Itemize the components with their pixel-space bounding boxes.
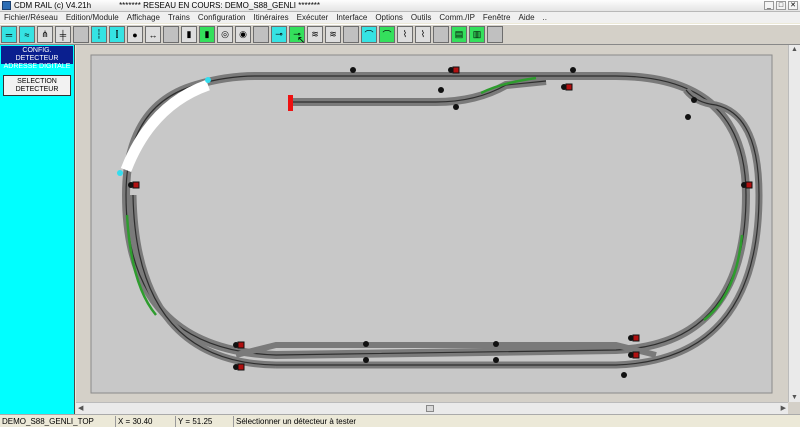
level-icon[interactable]: ⌒	[361, 26, 377, 43]
detector-icon[interactable]	[570, 67, 576, 73]
status-network: DEMO_S88_GENLI_TOP	[0, 415, 116, 427]
signal-lamp-icon	[632, 351, 640, 359]
menu-item[interactable]: Exécuter	[293, 13, 333, 22]
blank-icon[interactable]	[253, 26, 269, 43]
status-message: Sélectionner un détecteur à tester	[236, 416, 357, 426]
menu-item[interactable]: Configuration	[194, 13, 250, 22]
signal-icon[interactable]: ┆	[91, 26, 107, 43]
signal-double-icon[interactable]: ⫿	[109, 26, 125, 43]
toolbar: ═ ≈ ⋔ ╪ ┆ ⫿ ● ↔ ▮ ▮ ◎ ◉ ⊸ ⊸ ≋ ≋ ⌒ ⌒ ⌇ ⌇ ▤ ▥	[0, 24, 800, 45]
menu-item[interactable]: Options	[371, 13, 407, 22]
detector-icon[interactable]: ⊸	[271, 26, 287, 43]
horizontal-scrollbar[interactable]: ◀ ▶	[76, 402, 788, 414]
detector-icon[interactable]	[350, 67, 356, 73]
app-title: CDM RAIL (c) V4.21h	[14, 1, 92, 10]
select-detector-button[interactable]: SELECTION DETECTEUR	[3, 75, 71, 96]
scroll-thumb[interactable]	[426, 405, 434, 412]
network-title: ******* RESEAU EN COURS: DEMO_S88_GENLI …	[119, 1, 321, 10]
menu-item[interactable]: Comm./IP	[435, 13, 479, 22]
menu-item[interactable]: Affichage	[123, 13, 164, 22]
detector-icon[interactable]	[438, 87, 444, 93]
vertical-scrollbar[interactable]: ▲ ▼	[788, 45, 800, 402]
signal-lamp-icon	[132, 181, 140, 189]
section-marker-top	[205, 77, 211, 83]
title-bar: CDM RAIL (c) V4.21h ******* RESEAU EN CO…	[0, 0, 800, 12]
app-icon	[2, 1, 11, 10]
menu-bar: Fichier/Réseau Edition/Module Affichage Tra…	[0, 12, 800, 23]
signal-lamp-icon	[565, 83, 573, 91]
blank-icon[interactable]	[73, 26, 89, 43]
section-marker-bottom	[117, 170, 123, 176]
track-icon[interactable]: ═	[1, 26, 17, 43]
semaphore-red-icon[interactable]: ◉	[235, 26, 251, 43]
minimize-button[interactable]: _	[764, 1, 774, 10]
detector-icon[interactable]	[621, 372, 627, 378]
semaphore-icon[interactable]: ◎	[217, 26, 233, 43]
menu-item[interactable]: ..	[539, 13, 551, 22]
detector-icon[interactable]	[691, 97, 697, 103]
blank-icon[interactable]	[487, 26, 503, 43]
detector-icon[interactable]	[493, 341, 499, 347]
menu-item[interactable]: Interface	[332, 13, 371, 22]
signal-lamp-icon	[237, 341, 245, 349]
detector-icon[interactable]	[363, 357, 369, 363]
menu-item[interactable]: Aide	[515, 13, 539, 22]
signal-lamp-icon	[452, 66, 460, 74]
signal-green-icon[interactable]: ▮	[199, 26, 215, 43]
x-value: 30.40	[132, 416, 153, 426]
route-red-icon[interactable]: ≋	[325, 26, 341, 43]
sidebar: CONFIG. DETECTEUR ADRESSE DIGITALE SELEC…	[0, 45, 75, 414]
status-x: X = 30.40	[116, 415, 176, 427]
close-button[interactable]: ✕	[788, 1, 798, 10]
sidebar-header: CONFIG. DETECTEUR ADRESSE DIGITALE	[1, 46, 73, 70]
route-icon[interactable]: ≋	[307, 26, 323, 43]
signal-lamp-icon	[237, 363, 245, 371]
signal-lamp-icon	[632, 334, 640, 342]
menu-item[interactable]: Edition/Module	[62, 13, 123, 22]
blank-icon[interactable]	[343, 26, 359, 43]
detector-icon[interactable]	[363, 341, 369, 347]
buffer-stop	[288, 95, 293, 111]
y-value: 51.25	[192, 416, 213, 426]
status-y: Y = 51.25	[176, 415, 234, 427]
status-bar: DEMO_S88_GENLI_TOP X = 30.40 Y = 51.25 S…	[0, 414, 800, 427]
maximize-button[interactable]: □	[776, 1, 786, 10]
light-icon[interactable]: ▮	[181, 26, 197, 43]
scroll-right-icon[interactable]: ▶	[781, 404, 786, 412]
train-icon[interactable]: ▤	[451, 26, 467, 43]
detector-icon[interactable]	[453, 104, 459, 110]
blank-icon[interactable]	[433, 26, 449, 43]
mouse-pointer-icon: ↖	[297, 35, 306, 46]
crossing-icon[interactable]: ╪	[55, 26, 71, 43]
menu-item[interactable]: Trains	[164, 13, 194, 22]
scroll-left-icon[interactable]: ◀	[78, 404, 83, 412]
menu-item[interactable]: Outils	[407, 13, 435, 22]
scroll-down-icon[interactable]: ▼	[791, 394, 798, 401]
track-curve-icon[interactable]: ≈	[19, 26, 35, 43]
menu-item[interactable]: Itinéraires	[249, 13, 292, 22]
turnout-icon[interactable]: ⋔	[37, 26, 53, 43]
menu-item[interactable]: Fichier/Réseau	[0, 13, 62, 22]
slope-green-icon[interactable]: ⌇	[415, 26, 431, 43]
signal-lamp-icon	[745, 181, 753, 189]
x-label: X =	[118, 416, 131, 426]
slope-icon[interactable]: ⌇	[397, 26, 413, 43]
menu-item[interactable]: Fenêtre	[479, 13, 515, 22]
blank-icon[interactable]	[163, 26, 179, 43]
signal-arrow-icon[interactable]: ↔	[145, 26, 161, 43]
track-layout[interactable]	[76, 45, 788, 402]
detector-icon[interactable]	[685, 114, 691, 120]
y-label: Y =	[178, 416, 191, 426]
train-run-icon[interactable]: ▥	[469, 26, 485, 43]
signal-red-icon[interactable]: ●	[127, 26, 143, 43]
layout-canvas-area[interactable]: ▲ ▼ ◀ ▶	[76, 45, 800, 414]
level-green-icon[interactable]: ⌒	[379, 26, 395, 43]
scroll-up-icon[interactable]: ▲	[791, 46, 798, 53]
detector-icon[interactable]	[493, 357, 499, 363]
